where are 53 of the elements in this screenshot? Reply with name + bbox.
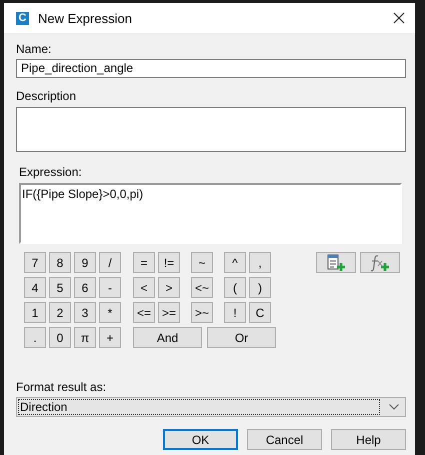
dialog-button[interactable]: Cancel (247, 429, 322, 450)
keypad-key[interactable]: ~ (191, 252, 213, 273)
keypad-key[interactable]: ( (224, 277, 246, 298)
keypad-key[interactable]: 3 (74, 302, 96, 323)
keypad-key[interactable]: != (158, 252, 180, 273)
app-logo: C (16, 12, 29, 24)
keypad-key[interactable]: 5 (49, 277, 71, 298)
keypad-key[interactable]: 7 (24, 252, 46, 273)
keypad-key[interactable]: + (99, 327, 121, 348)
list-add-icon (325, 254, 347, 272)
keypad-key[interactable]: > (158, 277, 180, 298)
description-field[interactable] (16, 107, 406, 152)
keypad-key[interactable]: < (133, 277, 155, 298)
keypad-key[interactable]: = (133, 252, 155, 273)
keypad-key[interactable]: π (74, 327, 96, 348)
expression-field[interactable]: IF({Pipe Slope}>0,0,pi) (19, 183, 402, 244)
dropdown-value: Direction (19, 400, 379, 414)
expression-label: Expression: (19, 165, 82, 180)
keypad-key[interactable]: / (99, 252, 121, 273)
description-label: Description (16, 89, 76, 104)
keypad-key[interactable]: 2 (49, 302, 71, 323)
format-label: Format result as: (16, 380, 106, 395)
dialog-button[interactable]: Help (331, 429, 406, 450)
keypad-key[interactable]: And (133, 327, 202, 348)
keypad-key[interactable]: 6 (74, 277, 96, 298)
format-dropdown[interactable]: Direction (16, 397, 406, 417)
keypad-key[interactable]: 4 (24, 277, 46, 298)
chevron-down-icon (389, 404, 399, 410)
keypad-key[interactable]: , (249, 252, 271, 273)
keypad-key[interactable]: >= (158, 302, 180, 323)
name-field[interactable]: Pipe_direction_angle (16, 59, 406, 78)
keypad-key[interactable]: 8 (49, 252, 71, 273)
window-title: New Expression (38, 10, 133, 26)
keypad-key[interactable]: ) (249, 277, 271, 298)
keypad-key[interactable]: 9 (74, 252, 96, 273)
close-icon[interactable] (393, 12, 405, 24)
insert-property-button[interactable] (316, 252, 356, 273)
keypad-key[interactable]: >~ (191, 302, 213, 323)
keypad-key[interactable]: * (99, 302, 121, 323)
function-add-icon (369, 254, 391, 272)
keypad-key[interactable]: - (99, 277, 121, 298)
keypad-key[interactable]: 1 (24, 302, 46, 323)
keypad-key[interactable]: <~ (191, 277, 213, 298)
keypad-key[interactable]: Or (207, 327, 276, 348)
insert-function-button[interactable] (360, 252, 400, 273)
keypad-key[interactable]: ! (224, 302, 246, 323)
keypad-key[interactable]: <= (133, 302, 155, 323)
keypad-key[interactable]: ^ (224, 252, 246, 273)
keypad-key[interactable]: C (249, 302, 271, 323)
keypad-key[interactable]: 0 (49, 327, 71, 348)
dialog-button[interactable]: OK (163, 429, 238, 450)
name-label: Name: (16, 42, 52, 57)
keypad-key[interactable]: . (24, 327, 46, 348)
